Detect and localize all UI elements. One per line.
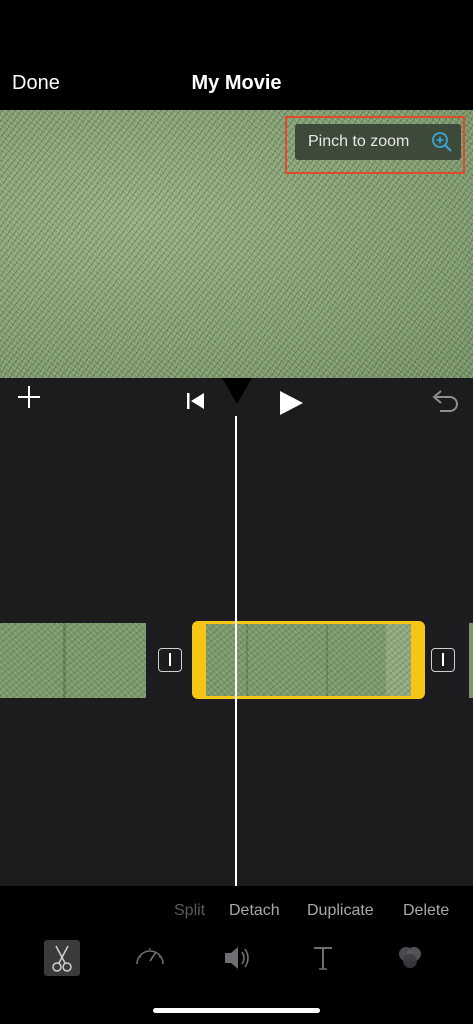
- volume-icon[interactable]: [220, 940, 256, 976]
- selected-video-clip[interactable]: [192, 621, 425, 699]
- top-navigation-bar: Done My Movie: [0, 0, 473, 110]
- detach-button[interactable]: Detach: [229, 902, 280, 920]
- speed-icon[interactable]: [132, 940, 168, 976]
- split-button[interactable]: Split: [174, 902, 205, 920]
- transition-icon[interactable]: [158, 648, 182, 672]
- duplicate-button[interactable]: Duplicate: [307, 902, 374, 920]
- delete-button[interactable]: Delete: [403, 902, 449, 920]
- zoom-icon: [432, 132, 452, 152]
- transition-icon[interactable]: [431, 648, 455, 672]
- playhead-line: [235, 416, 237, 886]
- plus-icon[interactable]: [14, 382, 44, 412]
- project-title: My Movie: [191, 72, 282, 94]
- video-clip[interactable]: [0, 623, 146, 698]
- video-clip[interactable]: [469, 623, 473, 698]
- pinch-to-zoom-label: Pinch to zoom: [308, 133, 410, 150]
- undo-icon[interactable]: [428, 389, 460, 415]
- skip-to-start-icon[interactable]: [184, 391, 208, 411]
- play-icon[interactable]: [277, 389, 305, 417]
- pinch-to-zoom-hint[interactable]: Pinch to zoom: [295, 124, 461, 160]
- scissors-icon[interactable]: [44, 940, 80, 976]
- title-icon[interactable]: [305, 940, 341, 976]
- filters-icon[interactable]: [392, 940, 428, 976]
- playhead-marker: [222, 378, 252, 404]
- home-indicator[interactable]: [153, 1008, 320, 1013]
